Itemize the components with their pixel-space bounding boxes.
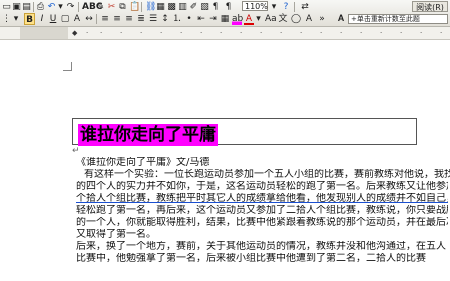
ruler-tick: ·	[340, 29, 343, 37]
ruler-tick: ·	[100, 29, 103, 37]
compare-icon[interactable]: ⇄	[300, 1, 310, 13]
table-icon[interactable]: ▦	[156, 1, 165, 13]
zoom-box[interactable]: 110%	[242, 1, 268, 11]
ruler-tick: ·	[300, 29, 303, 37]
bullets-button[interactable]: •	[184, 13, 194, 25]
enclose-characters-button[interactable]: ◯	[291, 13, 301, 25]
numbering-button[interactable]: ⒈	[172, 13, 182, 25]
body-line[interactable]: 的四个人的实力并不如你，于是，这名运动员轻松的跑了第一名。后来教练又让他参加	[76, 181, 448, 193]
italic-button[interactable]: I	[37, 13, 47, 25]
toolbar-separator	[141, 2, 142, 12]
save-icon[interactable]: ▤	[22, 1, 31, 13]
body-line[interactable]: 轻松跑了第一名，再后来，这个运动员又参加了二拾人个组比赛，教练说，你只要战胜	[76, 205, 448, 217]
body-line[interactable]: 又取得了第一名。	[76, 229, 448, 241]
ruler-tick: ⋅	[240, 29, 243, 37]
character-scale-button[interactable]: ↔	[84, 13, 94, 25]
phonetic-guide-button[interactable]: 文	[278, 13, 288, 25]
toolbar-separator	[294, 2, 295, 12]
body-line[interactable]: 的一个人，你就能取得胜利，结果，比赛中他紧跟着教练说的那个运动员，并在最后冲	[76, 217, 448, 229]
print-icon[interactable]: ⎙	[36, 1, 45, 13]
ruler-tick: ⋅	[86, 29, 89, 37]
undo-icon[interactable]: ↶	[47, 1, 56, 13]
paragraph-mark: ↵	[72, 146, 80, 156]
copy-icon[interactable]: ⧉	[118, 1, 127, 13]
document-map-icon[interactable]: ▧	[200, 1, 209, 13]
body-line[interactable]: 比赛中，他勉强拿了第一名，后来被小组比赛中他遭到了第二名，二拾人的比赛	[76, 253, 448, 265]
ruler-indent-marker[interactable]: ◆	[72, 29, 77, 37]
redo-icon[interactable]: ↷	[66, 1, 75, 13]
byline[interactable]: 《谁拉你走向了平庸》文/马德	[76, 157, 448, 169]
outside-border-button[interactable]: ▦	[220, 13, 230, 25]
ruler-tick: ⋅	[440, 29, 443, 37]
highlight-button[interactable]: ab	[232, 13, 243, 25]
align-center-button[interactable]: ≡	[112, 13, 122, 25]
font-color-dropdown-icon[interactable]: ▾	[255, 13, 262, 25]
research-icon[interactable]: ✎	[96, 1, 105, 13]
body-line[interactable]: 后来，换了一个地方，赛前，关于其他运动员的情况，教练并没和他沟通过，在五人	[76, 241, 448, 253]
ruler-tick: ·	[180, 29, 183, 37]
align-left-button[interactable]: ≡	[100, 13, 110, 25]
hyperlink-icon[interactable]: ⛓	[145, 1, 156, 13]
underline-button[interactable]: U	[48, 13, 58, 25]
cut-icon[interactable]: ✂	[107, 1, 116, 13]
read-mode-button[interactable]: 阅读(R)	[412, 1, 448, 12]
bold-button[interactable]: B	[24, 13, 35, 25]
document-title[interactable]: 谁拉你走向了平庸	[78, 124, 218, 146]
ruler-tick: ⋅	[120, 29, 123, 37]
distributed-button[interactable]: ☰	[148, 13, 158, 25]
toolbar-separator	[78, 2, 79, 12]
decrease-indent-button[interactable]: ⇤	[196, 13, 206, 25]
ruler-tick: ·	[140, 29, 143, 37]
style-box[interactable]: +单击重新计数至此题	[348, 14, 448, 24]
paragraph-mark-icon[interactable]: ¶	[224, 1, 233, 13]
help-icon[interactable]: ?	[281, 1, 291, 13]
justify-button[interactable]: ≣	[136, 13, 146, 25]
line-spacing-button[interactable]: ↕	[160, 13, 170, 25]
ruler-tick: ⋅	[280, 29, 283, 37]
spelling-icon[interactable]: ABC	[82, 1, 102, 13]
character-shading-button[interactable]: A	[72, 13, 82, 25]
formatting-toolbar: ▭ ▣ ▤ ⎙ ↶ ▾ ↷ ABC ✎ ✂ ⧉ 📋 ⛓ ▦ ▩ ▥ ✐ ▧ ¶ …	[0, 0, 450, 27]
ruler-tick: ·	[260, 29, 263, 37]
toolbar-separator	[96, 14, 97, 24]
ruler-tick: ⋅	[160, 29, 163, 37]
horizontal-ruler[interactable]: ◆ ⋅ · ⋅ · ⋅ · ⋅ · ⋅ · ⋅ · ⋅ · ⋅ · ⋅ · ⋅	[0, 27, 450, 40]
font-color-button[interactable]: A	[244, 13, 254, 25]
text-cursor-corner	[205, 128, 214, 137]
ruler-tick: ·	[220, 29, 223, 37]
toolbar-dropdown-icon[interactable]: ▾	[12, 13, 20, 25]
ruler-tick: ⋅	[360, 29, 363, 37]
columns-icon[interactable]: ▥	[178, 1, 187, 13]
body-line[interactable]: 个拾人个组比赛，教练把平时其它人的成绩拿给他看，他发现别人的成绩并不如自己，	[76, 193, 448, 205]
zoom-dropdown-icon[interactable]: ▾	[270, 1, 278, 13]
border-button[interactable]: ▢	[60, 13, 70, 25]
styles-pane-icon[interactable]: 𝐀	[336, 13, 346, 25]
show-hide-icon[interactable]: ¶	[211, 1, 220, 13]
character-border-button[interactable]: A	[304, 13, 314, 25]
text-boundary-corner	[63, 62, 72, 71]
change-case-button[interactable]: Aa	[265, 13, 277, 25]
undo-dropdown-icon[interactable]: ▾	[57, 1, 64, 13]
align-right-button[interactable]: ≡	[124, 13, 134, 25]
open-icon[interactable]: ▣	[12, 1, 21, 13]
toolbar-grip-icon: ⋮	[2, 14, 11, 24]
increase-indent-button[interactable]: ⇥	[208, 13, 218, 25]
ruler-tick: ·	[420, 29, 423, 37]
excel-icon[interactable]: ▩	[167, 1, 176, 13]
more-options-icon[interactable]: »	[317, 13, 327, 25]
toolbar-separator	[33, 2, 34, 12]
drawing-icon[interactable]: ✐	[189, 1, 198, 13]
paste-icon[interactable]: 📋	[129, 1, 140, 13]
ruler-tick: ⋅	[320, 29, 323, 37]
ruler-tick: ⋅	[200, 29, 203, 37]
ruler-tick: ·	[380, 29, 383, 37]
ruler-left-margin	[20, 27, 68, 39]
ruler-tick: ⋅	[400, 29, 403, 37]
new-document-icon[interactable]: ▭	[2, 1, 11, 13]
body-line[interactable]: 有这样一个实验：一位长跑运动员参加一个五人小组的比赛，赛前教练对他说，我找	[84, 169, 450, 181]
